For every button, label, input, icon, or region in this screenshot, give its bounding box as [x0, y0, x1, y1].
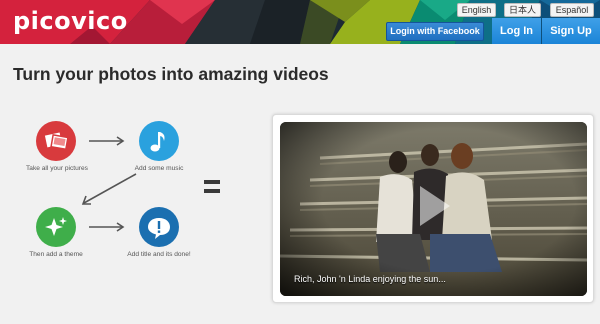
video-preview-card: Rich, John 'n Linda enjoying the sun... [272, 114, 594, 303]
step-label: Add title and its done! [127, 251, 191, 258]
arrow-right-icon [89, 222, 125, 232]
language-english-button[interactable]: English [457, 3, 496, 17]
picovico-logo[interactable]: picovico [13, 7, 128, 35]
language-spanish-button[interactable]: Español [550, 3, 594, 17]
page-headline: Turn your photos into amazing videos [13, 64, 329, 84]
video-still-image [280, 122, 587, 296]
video-caption: Rich, John 'n Linda enjoying the sun... [294, 274, 446, 284]
equals-sign [204, 180, 220, 194]
step-label: Add some music [134, 165, 184, 172]
sparkle-icon [36, 207, 76, 247]
photos-icon [36, 121, 76, 161]
language-japanese-button[interactable]: 日本人 [504, 3, 541, 17]
signup-button[interactable]: Sign Up [542, 18, 600, 44]
music-note-icon [139, 121, 179, 161]
step-label: Then add a theme [29, 251, 83, 258]
step-label: Take all your pictures [26, 165, 88, 172]
speech-bubble-icon [139, 207, 179, 247]
login-button[interactable]: Log In [492, 18, 541, 44]
arrow-down-left-icon [81, 173, 137, 205]
login-with-facebook-button[interactable]: Login with Facebook [386, 22, 484, 41]
video-player[interactable]: Rich, John 'n Linda enjoying the sun... [280, 122, 587, 296]
top-header: picovico English 日本人 Español Login with … [0, 0, 600, 44]
arrow-right-icon [89, 136, 125, 146]
